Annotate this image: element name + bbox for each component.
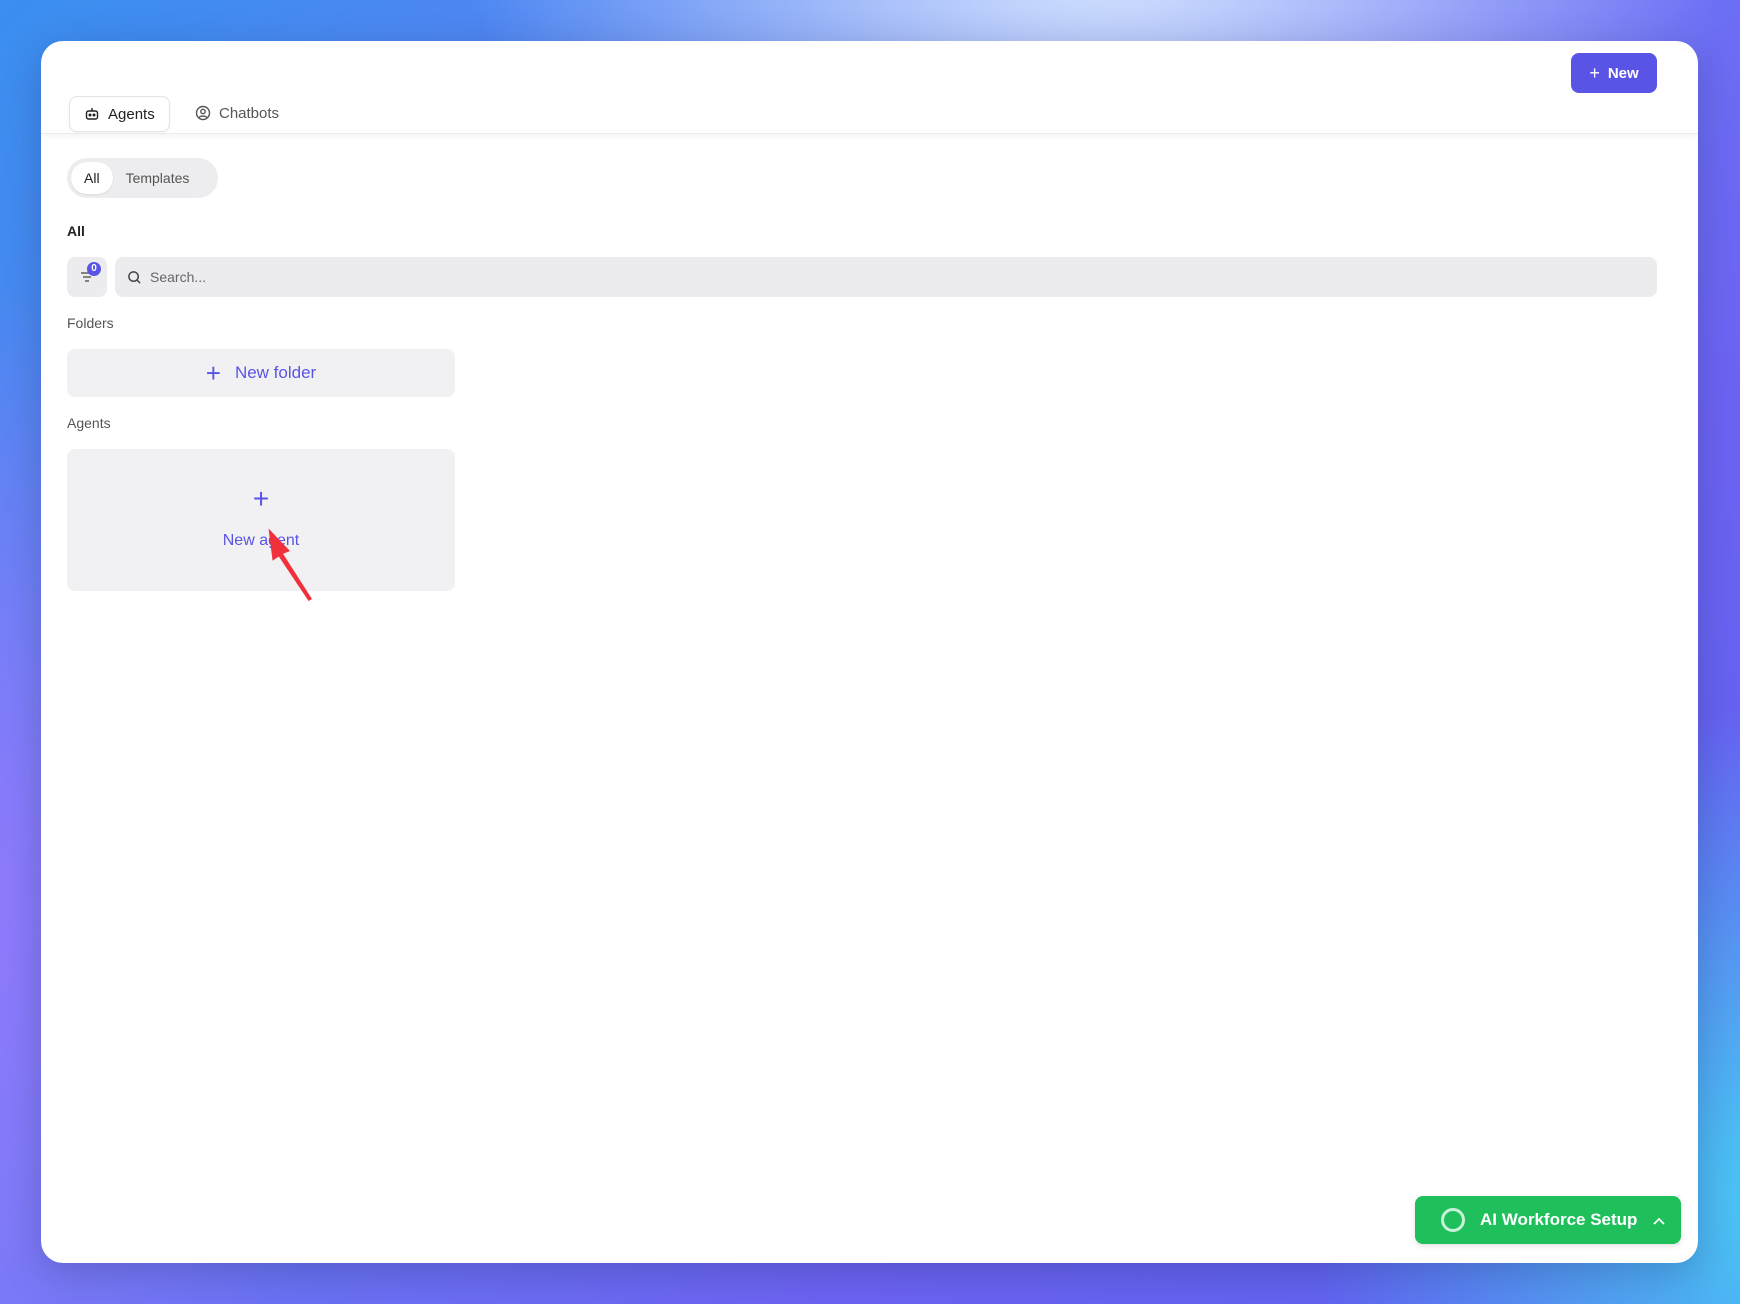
new-folder-label: New folder	[234, 363, 317, 382]
folders-heading: Folders	[67, 315, 114, 331]
segment-templates[interactable]: Templates	[113, 162, 203, 194]
new-button-label: New	[1607, 64, 1639, 82]
section-title: All	[67, 223, 85, 239]
ai-workforce-setup-label: AI Workforce Setup	[1480, 1210, 1638, 1229]
progress-ring-icon	[1441, 1208, 1465, 1232]
view-segment: All Templates	[67, 158, 218, 198]
agents-heading: Agents	[67, 415, 111, 431]
app-window: + New Agents Chatbots All Templates All …	[41, 41, 1698, 1263]
search-icon	[128, 270, 141, 284]
new-button[interactable]: + New	[1571, 53, 1657, 93]
plus-icon: +	[252, 483, 270, 514]
new-agent-card[interactable]: + New agent	[67, 449, 455, 591]
user-circle-icon	[195, 105, 211, 121]
top-bar: + New Agents Chatbots	[41, 41, 1698, 134]
robot-icon	[84, 106, 100, 122]
annotation-arrow	[268, 528, 312, 601]
plus-icon: +	[1589, 63, 1600, 83]
search-input[interactable]	[148, 268, 1632, 286]
tab-chatbots-label: Chatbots	[219, 104, 280, 122]
tab-agents[interactable]: Agents	[69, 96, 170, 132]
filter-count-badge: 0	[87, 262, 101, 276]
tab-chatbots[interactable]: Chatbots	[185, 96, 289, 130]
filter-button[interactable]: 0	[67, 257, 107, 297]
segment-all[interactable]: All	[71, 162, 113, 194]
new-folder-button[interactable]: + New folder	[67, 349, 455, 397]
search-bar	[115, 257, 1657, 297]
new-agent-label: New agent	[222, 532, 300, 549]
chevron-up-icon	[1653, 1210, 1666, 1230]
ai-workforce-setup-button[interactable]: AI Workforce Setup	[1415, 1196, 1681, 1244]
plus-icon: +	[205, 358, 221, 388]
tab-agents-label: Agents	[108, 105, 155, 123]
